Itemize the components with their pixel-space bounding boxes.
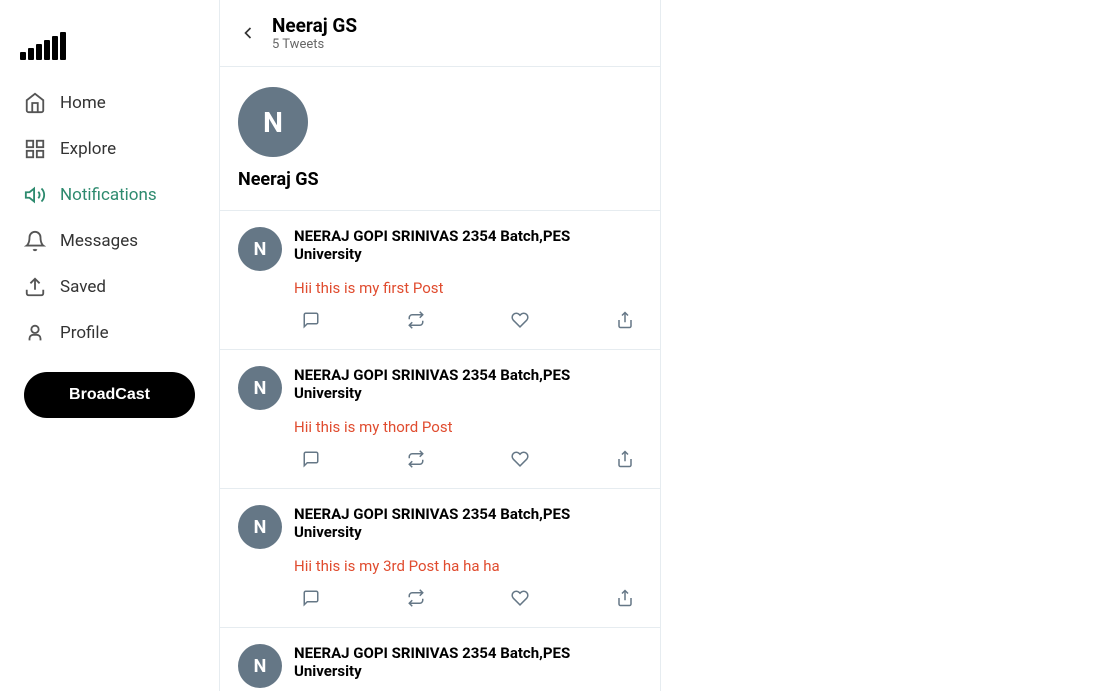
- main-content: Neeraj GS 5 Tweets N Neeraj GS N NEERAJ …: [220, 0, 661, 691]
- saved-icon: [24, 276, 46, 298]
- share-button[interactable]: [608, 585, 642, 611]
- signal-bar-6: [60, 32, 66, 60]
- sidebar-item-profile-label: Profile: [60, 323, 109, 343]
- sidebar-item-home[interactable]: Home: [10, 80, 209, 126]
- tweet-header: N NEERAJ GOPI SRINIVAS 2354 Batch,PES Un…: [238, 505, 642, 549]
- tweet-header: N NEERAJ GOPI SRINIVAS 2354 Batch,PES Un…: [238, 227, 642, 271]
- main-header: Neeraj GS 5 Tweets: [220, 0, 660, 67]
- comment-button[interactable]: [294, 585, 328, 611]
- retweet-button[interactable]: [399, 307, 433, 333]
- tweet-header: N NEERAJ GOPI SRINIVAS 2354 Batch,PES Un…: [238, 644, 642, 688]
- tweet-user-name: NEERAJ GOPI SRINIVAS 2354 Batch,PES Univ…: [294, 227, 642, 263]
- profile-section: N Neeraj GS: [220, 67, 660, 211]
- share-button[interactable]: [608, 307, 642, 333]
- sidebar-item-messages[interactable]: Messages: [10, 218, 209, 264]
- share-button[interactable]: [608, 446, 642, 472]
- sidebar-item-profile[interactable]: Profile: [10, 310, 209, 356]
- sidebar-item-messages-label: Messages: [60, 231, 138, 251]
- header-text: Neeraj GS 5 Tweets: [272, 14, 357, 52]
- sidebar-item-saved[interactable]: Saved: [10, 264, 209, 310]
- comment-button[interactable]: [294, 446, 328, 472]
- tweet-user-name: NEERAJ GOPI SRINIVAS 2354 Batch,PES Univ…: [294, 366, 642, 402]
- signal-icon: [20, 30, 66, 60]
- tweet-card: N NEERAJ GOPI SRINIVAS 2354 Batch,PES Un…: [220, 489, 660, 628]
- tweet-content: Hii this is my first Post: [294, 279, 642, 297]
- tweet-actions: [294, 585, 642, 611]
- retweet-button[interactable]: [399, 446, 433, 472]
- tweet-content: Hii this is my 3rd Post ha ha ha: [294, 557, 642, 575]
- tweet-card: N NEERAJ GOPI SRINIVAS 2354 Batch,PES Un…: [220, 211, 660, 350]
- home-icon: [24, 92, 46, 114]
- tweet-actions: [294, 446, 642, 472]
- tweet-card: N NEERAJ GOPI SRINIVAS 2354 Batch,PES Un…: [220, 350, 660, 489]
- header-subtitle: 5 Tweets: [272, 37, 357, 52]
- sidebar-item-explore[interactable]: Explore: [10, 126, 209, 172]
- signal-bar-3: [36, 44, 42, 60]
- tweet-avatar: N: [238, 644, 282, 688]
- sidebar-item-notifications-label: Notifications: [60, 185, 157, 205]
- sidebar: Home Explore Notifications Messages Save: [0, 0, 220, 691]
- tweet-avatar: N: [238, 505, 282, 549]
- broadcast-button[interactable]: BroadCast: [24, 372, 195, 418]
- notifications-icon: [24, 184, 46, 206]
- signal-bar-1: [20, 52, 26, 60]
- tweet-content: Hii this is my thord Post: [294, 418, 642, 436]
- signal-bar-2: [28, 48, 34, 60]
- signal-bar-4: [44, 40, 50, 60]
- signal-bar-5: [52, 36, 58, 60]
- back-button[interactable]: [238, 23, 258, 43]
- right-panel: [661, 0, 1100, 691]
- sidebar-item-saved-label: Saved: [60, 277, 106, 297]
- explore-icon: [24, 138, 46, 160]
- nav-items: Home Explore Notifications Messages Save: [0, 80, 219, 671]
- tweet-avatar: N: [238, 227, 282, 271]
- profile-name: Neeraj GS: [238, 169, 642, 190]
- tweet-avatar: N: [238, 366, 282, 410]
- header-title: Neeraj GS: [272, 14, 357, 37]
- like-button[interactable]: [503, 307, 537, 333]
- like-button[interactable]: [503, 446, 537, 472]
- tweet-user-name: NEERAJ GOPI SRINIVAS 2354 Batch,PES Univ…: [294, 505, 642, 541]
- sidebar-item-explore-label: Explore: [60, 139, 116, 159]
- tweet-header: N NEERAJ GOPI SRINIVAS 2354 Batch,PES Un…: [238, 366, 642, 410]
- logo-area: [0, 20, 219, 80]
- tweet-actions: [294, 307, 642, 333]
- sidebar-item-notifications[interactable]: Notifications: [10, 172, 209, 218]
- profile-avatar-large: N: [238, 87, 308, 157]
- messages-icon: [24, 230, 46, 252]
- retweet-button[interactable]: [399, 585, 433, 611]
- tweet-card: N NEERAJ GOPI SRINIVAS 2354 Batch,PES Un…: [220, 628, 660, 691]
- tweets-container: N NEERAJ GOPI SRINIVAS 2354 Batch,PES Un…: [220, 211, 660, 691]
- like-button[interactable]: [503, 585, 537, 611]
- comment-button[interactable]: [294, 307, 328, 333]
- profile-icon: [24, 322, 46, 344]
- sidebar-item-home-label: Home: [60, 93, 106, 113]
- tweet-user-name: NEERAJ GOPI SRINIVAS 2354 Batch,PES Univ…: [294, 644, 642, 680]
